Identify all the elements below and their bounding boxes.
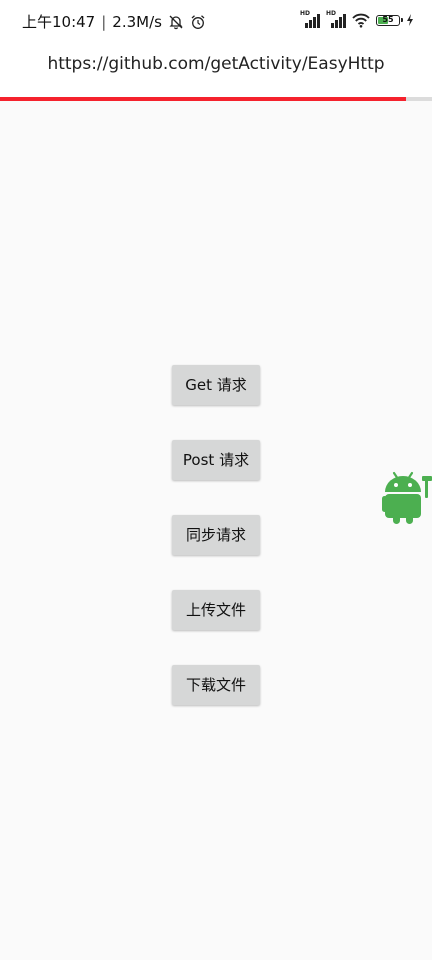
charging-icon xyxy=(407,14,413,26)
alarm-icon xyxy=(191,14,205,29)
request-actions: Get 请求 Post 请求 同步请求 上传文件 下载文件 xyxy=(172,365,260,740)
battery-icon: 55 xyxy=(376,14,403,26)
loading-progress-fill xyxy=(0,97,407,101)
mute-icon xyxy=(169,15,183,29)
app-screen: 上午10:47 | 2.3M/s HD HD 55 https://github… xyxy=(0,0,432,960)
upload-file-button[interactable]: 上传文件 xyxy=(172,590,260,630)
status-bar: 上午10:47 | 2.3M/s HD HD 55 xyxy=(0,0,432,42)
download-file-button[interactable]: 下载文件 xyxy=(172,665,260,705)
battery-level: 55 xyxy=(382,14,394,24)
status-net-speed: 2.3M/s xyxy=(112,12,162,31)
get-request-button[interactable]: Get 请求 xyxy=(172,365,260,405)
status-right: HD HD 55 xyxy=(300,10,414,28)
status-separator: | xyxy=(101,12,107,31)
sync-request-button[interactable]: 同步请求 xyxy=(172,515,260,555)
loading-progress-bar xyxy=(0,97,432,101)
hd-signal-icon: HD xyxy=(326,10,346,28)
hd-signal-icon: HD xyxy=(300,10,320,28)
android-robot-icon[interactable] xyxy=(382,470,432,526)
title-bar: https://github.com/getActivity/EasyHttp xyxy=(0,42,432,98)
post-request-button[interactable]: Post 请求 xyxy=(172,440,260,480)
status-left: 上午10:47 | 2.3M/s xyxy=(22,11,206,32)
wifi-icon xyxy=(352,13,370,28)
page-url-title: https://github.com/getActivity/EasyHttp xyxy=(47,54,385,74)
status-time: 上午10:47 xyxy=(22,13,96,31)
